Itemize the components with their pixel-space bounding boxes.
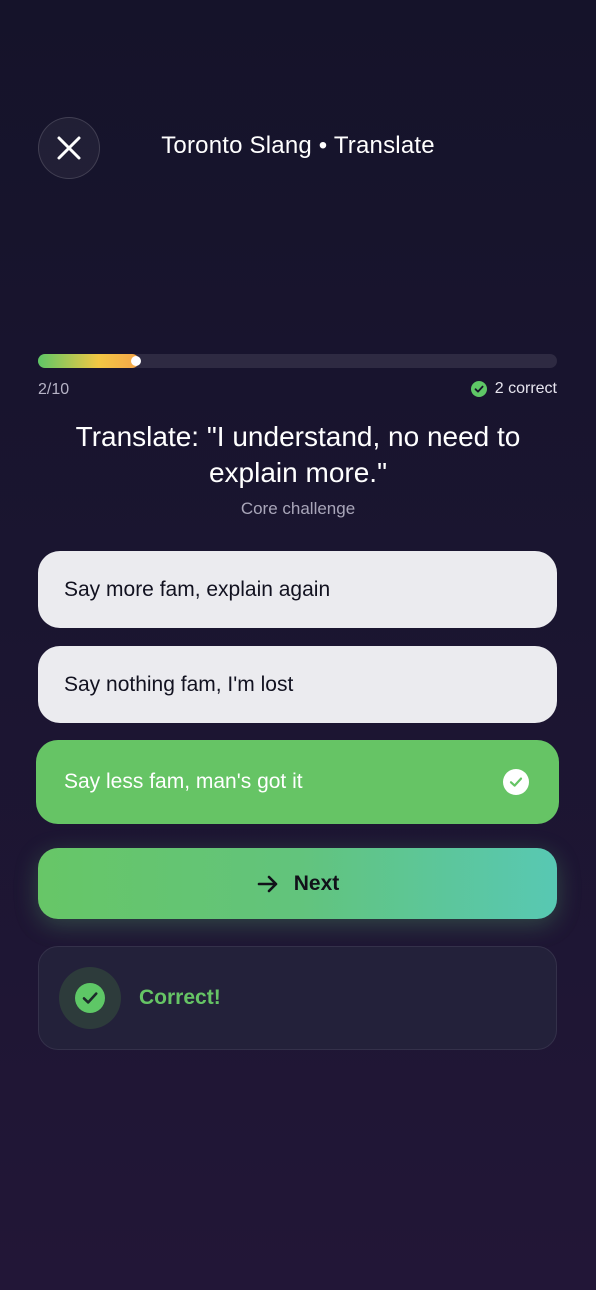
correct-count-label: 2 correct [494, 380, 557, 397]
progress-bar [38, 354, 557, 368]
answer-option-3-correct[interactable]: Say less fam, man's got it [36, 740, 559, 824]
feedback-label: Correct! [139, 986, 221, 1009]
feedback-icon-wrap [59, 967, 121, 1029]
question-subtitle: Core challenge [240, 499, 356, 518]
next-button[interactable]: Next [38, 848, 557, 919]
check-circle-icon [75, 983, 105, 1013]
page-title: Toronto Slang • Translate [161, 132, 435, 159]
check-circle-icon [470, 381, 487, 397]
correct-count: 2 correct [470, 380, 557, 398]
answer-option-label: Say nothing fam, I'm lost [64, 672, 294, 696]
progress-knob [131, 356, 141, 366]
answer-option-2[interactable]: Say nothing fam, I'm lost [38, 646, 557, 723]
progress-fill [38, 354, 139, 368]
answer-option-label: Say less fam, man's got it [64, 770, 303, 793]
progress-count: 2/10 [38, 381, 70, 398]
question-text: Translate: "I understand, no need to exp… [75, 421, 521, 488]
answer-option-label: Say more fam, explain again [64, 577, 331, 601]
answer-option-1[interactable]: Say more fam, explain again [38, 551, 557, 628]
check-icon [503, 769, 529, 795]
next-button-label: Next [293, 871, 340, 895]
feedback-panel: Correct! [38, 946, 557, 1050]
arrow-right-icon [257, 875, 278, 892]
